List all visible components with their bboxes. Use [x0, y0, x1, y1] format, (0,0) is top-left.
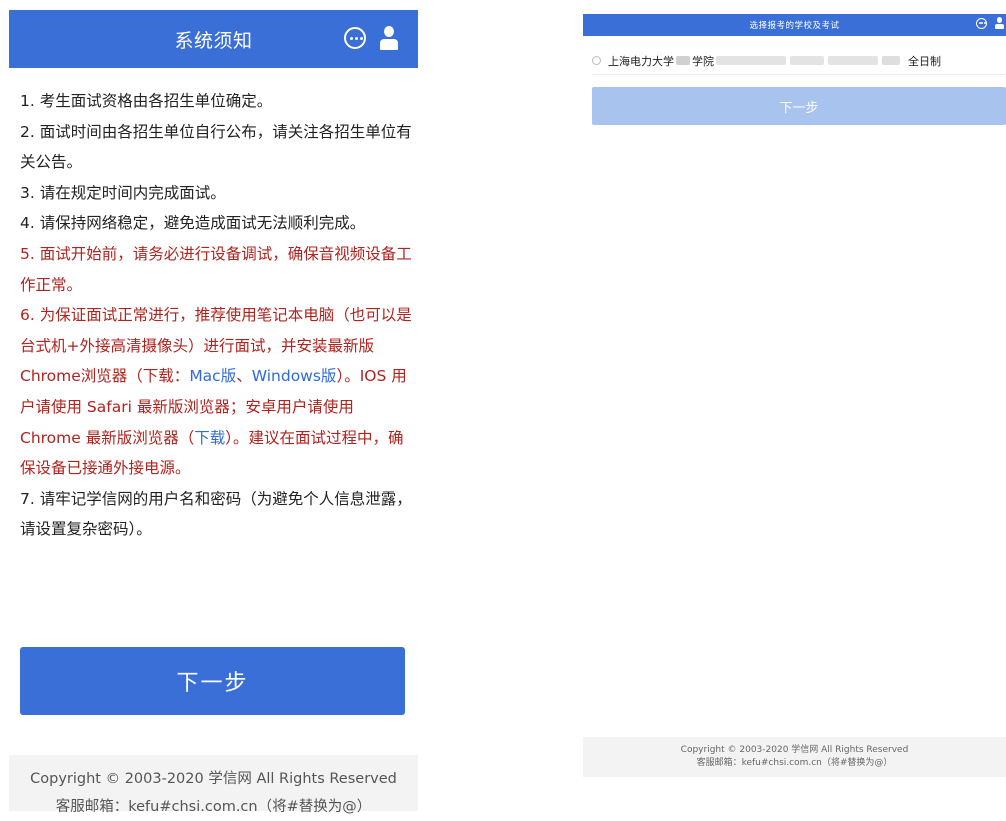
notice-list: 1. 考生面试资格由各招生单位确定。 2. 面试时间由各招生单位自行公布，请关注…	[20, 86, 412, 545]
option-radio[interactable]	[592, 56, 601, 65]
option-school: 上海电力大学	[608, 54, 674, 68]
notice-item-4: 4. 请保持网络稳定，避免造成面试无法顺利完成。	[20, 214, 366, 233]
redacted-text	[828, 56, 878, 65]
option-study-mode: 全日制	[908, 54, 941, 68]
redacted-text	[882, 56, 900, 65]
footer: Copyright © 2003-2020 学信网 All Rights Res…	[9, 755, 418, 815]
footer-email: 客服邮箱：kefu#chsi.com.cn（将#替换为@）	[696, 758, 893, 768]
footer-email: 客服邮箱：kefu#chsi.com.cn（将#替换为@）	[55, 799, 372, 815]
notice-item-6: 6. 为保证面试正常进行，推荐使用笔记本电脑（也可以是台式机+外接高清摄像头）进…	[20, 300, 412, 484]
footer-copyright: Copyright © 2003-2020 学信网 All Rights Res…	[30, 771, 397, 787]
android-download-link[interactable]: 下载	[194, 429, 225, 447]
select-exam-header: 选择报考的学校及考试	[583, 14, 1006, 36]
notice-header: 系统须知	[9, 10, 418, 68]
next-step-button[interactable]: 下一步	[592, 87, 1006, 125]
option-college: 学院	[692, 54, 714, 68]
notice-item-1: 1. 考生面试资格由各招生单位确定。	[20, 92, 273, 110]
notice-item-3: 3. 请在规定时间内完成面试。	[20, 183, 226, 202]
chat-icon[interactable]	[976, 17, 987, 29]
user-icon[interactable]	[380, 26, 398, 50]
page-title: 选择报考的学校及考试	[749, 21, 840, 31]
page-title: 系统须知	[174, 29, 253, 52]
chat-icon[interactable]	[344, 27, 366, 49]
header-icons	[976, 17, 1004, 29]
next-step-button[interactable]: 下一步	[20, 647, 405, 715]
notice-item-7: 7. 请牢记学信网的用户名和密码（为避免个人信息泄露，请设置复杂密码）。	[20, 489, 412, 539]
mac-download-link[interactable]: Mac版	[189, 367, 236, 385]
footer: Copyright © 2003-2020 学信网 All Rights Res…	[583, 737, 1006, 777]
windows-download-link[interactable]: Windows版	[252, 367, 337, 385]
notice-item-6-sep: 、	[236, 367, 252, 386]
redacted-text	[790, 56, 824, 65]
notice-item-5: 5. 面试开始前，请务必进行设备调试，确保音视频设备工作正常。	[20, 244, 412, 294]
redacted-text	[676, 56, 690, 65]
exam-option[interactable]: 上海电力大学 学院 全日制	[592, 47, 1006, 75]
header-icons	[344, 26, 398, 50]
user-icon[interactable]	[995, 17, 1004, 29]
redacted-text	[716, 56, 786, 65]
notice-item-2: 2. 面试时间由各招生单位自行公布，请关注各招生单位有关公告。	[20, 122, 412, 172]
footer-copyright: Copyright © 2003-2020 学信网 All Rights Res…	[680, 745, 909, 755]
